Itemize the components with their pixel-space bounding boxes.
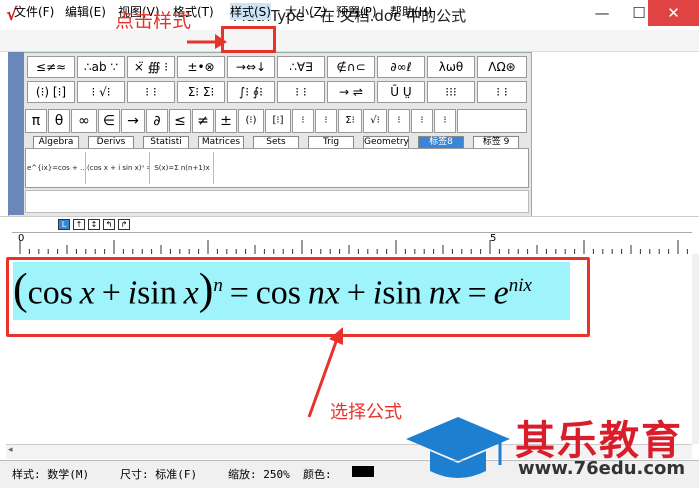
small-bar-sum[interactable]: Σ⁝ — [338, 109, 362, 133]
size-symbol-button[interactable]: ↰ — [103, 219, 115, 230]
palette-sets[interactable]: ∉∩⊂ — [327, 56, 375, 78]
menu-edit[interactable]: 编辑(E) — [65, 3, 106, 20]
menu-size[interactable]: 大小(Z) — [285, 3, 327, 20]
palette-boxes[interactable]: ⁝ ⁝ — [477, 81, 527, 103]
small-bar-plusminus[interactable]: ± — [215, 109, 237, 133]
palette-operators[interactable]: ±•⊗ — [177, 56, 225, 78]
ruler-label-5: 5 — [490, 233, 497, 244]
palette-greek-lower[interactable]: λωθ — [427, 56, 475, 78]
small-bar-superscript[interactable]: ⁝ — [388, 109, 410, 133]
annotation-click-style: 点击样式 — [115, 10, 192, 32]
graduation-cap-logo-icon — [406, 417, 510, 478]
palette-sums[interactable]: Σ⁝ Σ⁝ — [177, 81, 225, 103]
small-bar-bracket[interactable]: [⁝] — [265, 109, 291, 133]
palette-logic[interactable]: ∴∀∃ — [277, 56, 325, 78]
size-full-button[interactable]: L — [58, 219, 70, 230]
palette-fractions[interactable]: ⁝ √⁝ — [77, 81, 125, 103]
size-subsub-button[interactable]: ↕ — [88, 219, 100, 230]
minimize-button[interactable]: — — [583, 0, 621, 26]
small-bar-fraction-2[interactable]: ⁝ — [315, 109, 337, 133]
menu-style[interactable]: 样式(S) — [230, 3, 271, 20]
ruler[interactable] — [12, 232, 692, 256]
menu-preferences[interactable]: 预置(P) — [336, 3, 377, 20]
palette-fences[interactable]: (⁝) [⁝] — [27, 81, 75, 103]
small-bar-sqrt[interactable]: √⁝ — [363, 109, 387, 133]
palette-labeled-arrows[interactable]: → ⇌ — [327, 81, 375, 103]
color-swatch[interactable] — [352, 466, 374, 477]
small-bar-infinity[interactable]: ∞ — [71, 109, 97, 133]
ruler-label-0: 0 — [18, 233, 25, 244]
size-subsymbol-button[interactable]: ↱ — [118, 219, 130, 230]
small-bar-arrow[interactable]: → — [121, 109, 145, 133]
small-bar-pi[interactable]: π — [25, 109, 47, 133]
palette-bottom-strip — [25, 190, 529, 213]
palette-products[interactable]: Ū Ṳ — [377, 81, 425, 103]
menu-help[interactable]: 帮助(H) — [390, 3, 432, 20]
small-bar-element[interactable]: ∈ — [98, 109, 120, 133]
small-bar-leq[interactable]: ≤ — [169, 109, 191, 133]
palette-integrals[interactable]: ∫⁝ ∮⁝ — [227, 81, 275, 103]
palette-bars[interactable]: ⁝ ⁝ — [277, 81, 325, 103]
ruler-ticks — [19, 240, 688, 254]
small-bar-theta[interactable]: θ — [48, 109, 70, 133]
palette-scripts[interactable]: ⁝ ⁝ — [127, 81, 175, 103]
saved-expression-2[interactable]: (cos x + i sin x)ⁿ = cos — [87, 152, 150, 184]
small-bar-paren[interactable]: (⁝) — [238, 109, 264, 133]
status-size: 尺寸: 标准(F) — [120, 468, 198, 481]
small-bar-partial[interactable]: ∂ — [146, 109, 168, 133]
saved-expression-3[interactable]: S(x)=Σ n(n+1)x — [151, 152, 214, 184]
palette-embellishments[interactable]: ⨯̈ ∰ ⁝ — [127, 56, 175, 78]
palette-greek-upper[interactable]: ΛΩ⊛ — [477, 56, 527, 78]
small-bar-neq[interactable]: ≠ — [192, 109, 214, 133]
small-bar-fraction[interactable]: ⁝ — [292, 109, 314, 133]
vertical-scrollbar[interactable] — [692, 254, 699, 444]
scroll-left-icon[interactable]: ◂ — [8, 445, 13, 455]
saved-expression-1[interactable]: e^{ix}=cos + ... — [27, 152, 86, 184]
status-color-label: 颜色: — [303, 468, 332, 481]
status-style: 样式: 数学(M) — [12, 468, 90, 481]
small-bar-subsup[interactable]: ⁝ — [434, 109, 456, 133]
palette-relations[interactable]: ≤≠≈ — [27, 56, 75, 78]
status-zoom[interactable]: 缩放: 250% — [228, 466, 290, 482]
palette-grip[interactable] — [8, 52, 24, 215]
palette-spaces[interactable]: ∴ab ∵ — [77, 56, 125, 78]
small-bar-subscript[interactable]: ⁝ — [411, 109, 433, 133]
watermark-url: www.76edu.com — [518, 458, 686, 479]
palette-misc[interactable]: ∂∞ℓ — [377, 56, 425, 78]
menu-file[interactable]: 文件(F) — [14, 3, 54, 20]
small-bar-empty-slot[interactable] — [457, 109, 527, 133]
annotation-arrow-right-icon — [187, 34, 227, 49]
size-sub-button[interactable]: ↑ — [73, 219, 85, 230]
palette-arrows[interactable]: →⇔↓ — [227, 56, 275, 78]
palette-matrices[interactable]: ⁝⁝⁝ — [427, 81, 475, 103]
menu-bar — [0, 30, 699, 52]
annotation-select-formula: 选择公式 — [330, 402, 402, 423]
close-button[interactable]: ✕ — [648, 0, 699, 26]
